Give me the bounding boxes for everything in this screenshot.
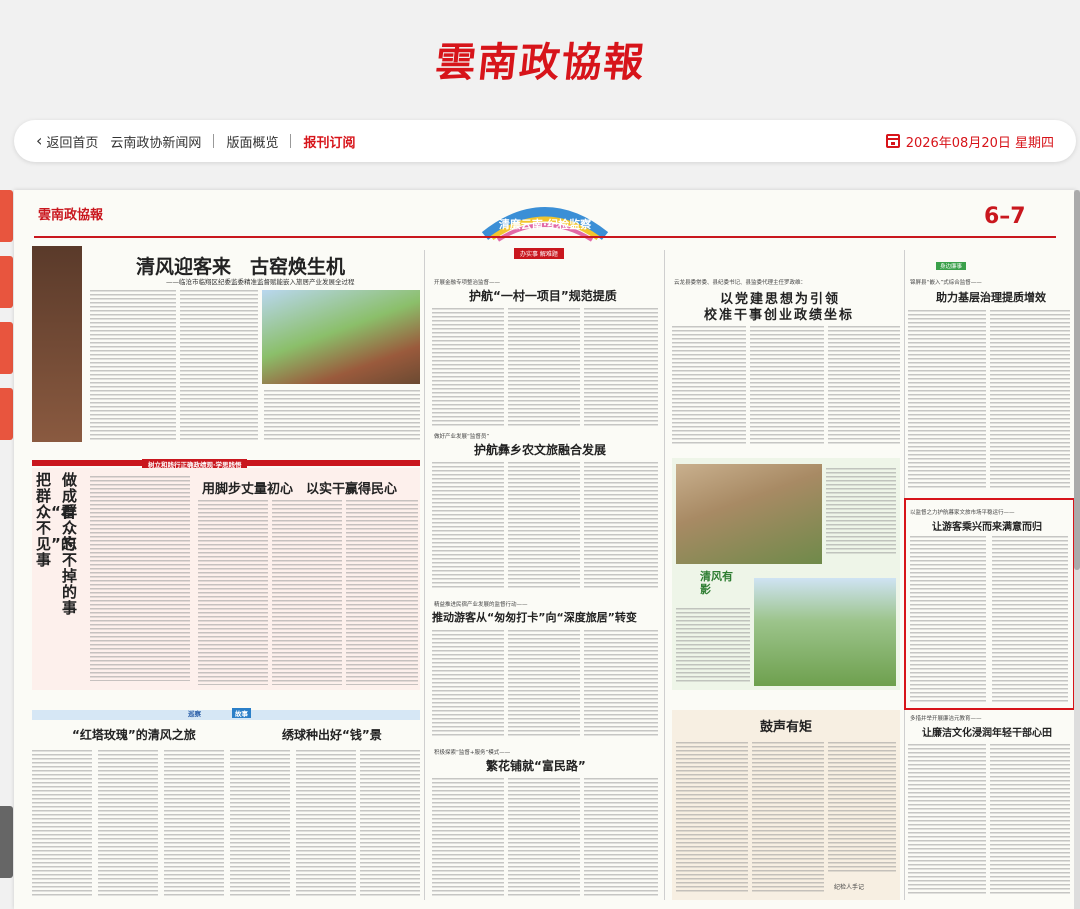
kicker-col4-1: 锦屏县“嵌入”式综合监督—— — [910, 280, 982, 286]
headline-col2-3: 推动游客从“匆匆打卡”向“深度旅居”转变 — [432, 611, 637, 624]
kicker-col2-4: 积极探索“监督+服务”模式—— — [434, 750, 511, 756]
headline-col4-3: 让廉洁文化浸润年轻干部心田 — [922, 728, 1052, 739]
side-tab-3[interactable] — [0, 322, 13, 374]
kicker-col2-3: 精益推进民宿产业发展的监督行动—— — [434, 602, 528, 608]
masthead: 雲南政協報 — [0, 0, 1080, 112]
patrol-tag-right: 故事 — [232, 708, 251, 718]
article-text — [432, 308, 504, 426]
article-text — [990, 744, 1070, 896]
scrollbar-thumb[interactable] — [1074, 190, 1080, 570]
essay-headline: 用脚步丈量初心 以实干赢得民心 — [202, 482, 398, 497]
headline-col2-4: 繁花铺就“富民路” — [486, 759, 586, 773]
article-text — [508, 462, 580, 590]
site-link[interactable]: 云南政协新闻网 — [110, 132, 201, 151]
article-text — [508, 630, 580, 738]
layout-overview-link[interactable]: 版面概览 — [226, 132, 278, 151]
story-text — [98, 750, 158, 898]
subscribe-link[interactable]: 报刊订阅 — [303, 132, 355, 151]
essay-text — [198, 500, 268, 685]
caption-text — [826, 468, 896, 556]
memo-badge: 纪检人手记 — [834, 884, 865, 891]
article-text — [908, 310, 986, 490]
side-tab-1[interactable] — [0, 190, 13, 242]
header-rule — [34, 236, 1056, 238]
page-header: 雲南政協報 6–7 清廉云南·纪检监察 — [14, 190, 1076, 242]
kiln-pillar-photo — [32, 246, 82, 442]
article-text — [990, 310, 1070, 490]
section-tag: 办实事 解难题 — [514, 248, 564, 259]
column4-tag: 身边廉事 — [936, 262, 967, 270]
story1-headline: “红塔玫瑰”的清风之旅 — [72, 728, 196, 742]
headline-col3-bottom: 鼓声有矩 — [760, 720, 813, 735]
essay-text — [272, 500, 342, 685]
article-text — [264, 390, 420, 440]
headline-col4-1: 助力基层治理提质增效 — [936, 291, 1046, 304]
issue-date-label: 2026年08月20日 星期四 — [905, 135, 1054, 151]
patrol-band — [32, 710, 420, 720]
nav-bar: ‹ 返回首页 云南政协新闻网 版面概览 报刊订阅 2026年08月20日 星期四 — [14, 120, 1076, 162]
essay-text — [90, 476, 190, 681]
article-text — [508, 778, 580, 896]
story-text — [230, 750, 290, 898]
article-text — [672, 326, 746, 446]
kicker-col4-3: 多措并举开展廉洁元教育—— — [910, 716, 982, 722]
article-text — [584, 778, 658, 896]
village-photo — [262, 290, 420, 384]
story2-headline: 绣球种出好“钱”景 — [282, 728, 382, 742]
article-text — [752, 742, 824, 892]
subheadline-col1: ——临沧市临翔区纪委监委精准监督赋能嵌入旅居产业发展全过程 — [166, 278, 355, 286]
back-home-link[interactable]: ‹ 返回首页 — [36, 132, 98, 151]
essay-text — [346, 500, 418, 685]
side-tab-5[interactable] — [0, 806, 13, 878]
article-text — [508, 308, 580, 426]
article-text — [828, 742, 896, 872]
article-text — [750, 326, 824, 446]
kicker-col2-1: 开展金融专项整治监督—— — [434, 280, 501, 286]
vertical-headline-2: 把群众“看不见”的事 — [36, 471, 76, 569]
article-text — [676, 742, 748, 892]
article-text — [90, 290, 176, 440]
newspaper-logo: 雲南政協報 — [433, 39, 649, 86]
selected-article-frame[interactable] — [904, 498, 1075, 710]
calendar-icon — [885, 134, 900, 148]
article-text — [908, 744, 986, 896]
photo-tag: 清风有影 — [700, 570, 733, 596]
article-text — [180, 290, 258, 440]
caption-text — [676, 608, 750, 684]
crop-field-photo — [754, 578, 896, 686]
nav-divider — [290, 134, 292, 148]
field-visit-photo — [676, 464, 822, 564]
page-logo: 雲南政協報 — [38, 208, 104, 223]
side-tab-2[interactable] — [0, 256, 13, 308]
headline-col2-2: 护航彝乡农文旅融合发展 — [474, 443, 607, 457]
story-text — [32, 750, 92, 898]
headline-col2-1: 护航“一村一项目”规范提质 — [469, 289, 617, 303]
story-text — [164, 750, 224, 898]
kicker-col3: 云龙县委常委、县纪委书记、县监委代理主任罗政维： — [674, 280, 807, 286]
issue-date[interactable]: 2026年08月20日 星期四 — [885, 132, 1054, 151]
column-rule — [424, 250, 425, 900]
story-text — [360, 750, 420, 898]
chevron-left-icon: ‹ — [36, 131, 43, 150]
article-text — [432, 778, 504, 896]
nav-divider — [213, 134, 215, 148]
article-text — [584, 308, 658, 426]
article-text — [584, 462, 658, 590]
story-text — [296, 750, 356, 898]
article-text — [828, 326, 900, 446]
headline-col3-line2: 校准干事创业政绩坐标 — [704, 308, 855, 323]
column-rule — [664, 250, 665, 900]
headline-col1: 清风迎客来 古窑焕生机 — [136, 256, 346, 278]
page-number: 6–7 — [984, 204, 1026, 229]
article-text — [432, 630, 504, 738]
side-tab-4[interactable] — [0, 388, 13, 440]
section-banner-title: 清廉云南·纪检监察 — [498, 218, 592, 231]
kicker-col2-2: 做好产业发展“监督员” — [434, 434, 490, 440]
patrol-tag-left: 巡察 — [188, 710, 201, 718]
article-text — [584, 630, 658, 738]
back-home-label: 返回首页 — [46, 135, 99, 151]
article-text — [432, 462, 504, 590]
